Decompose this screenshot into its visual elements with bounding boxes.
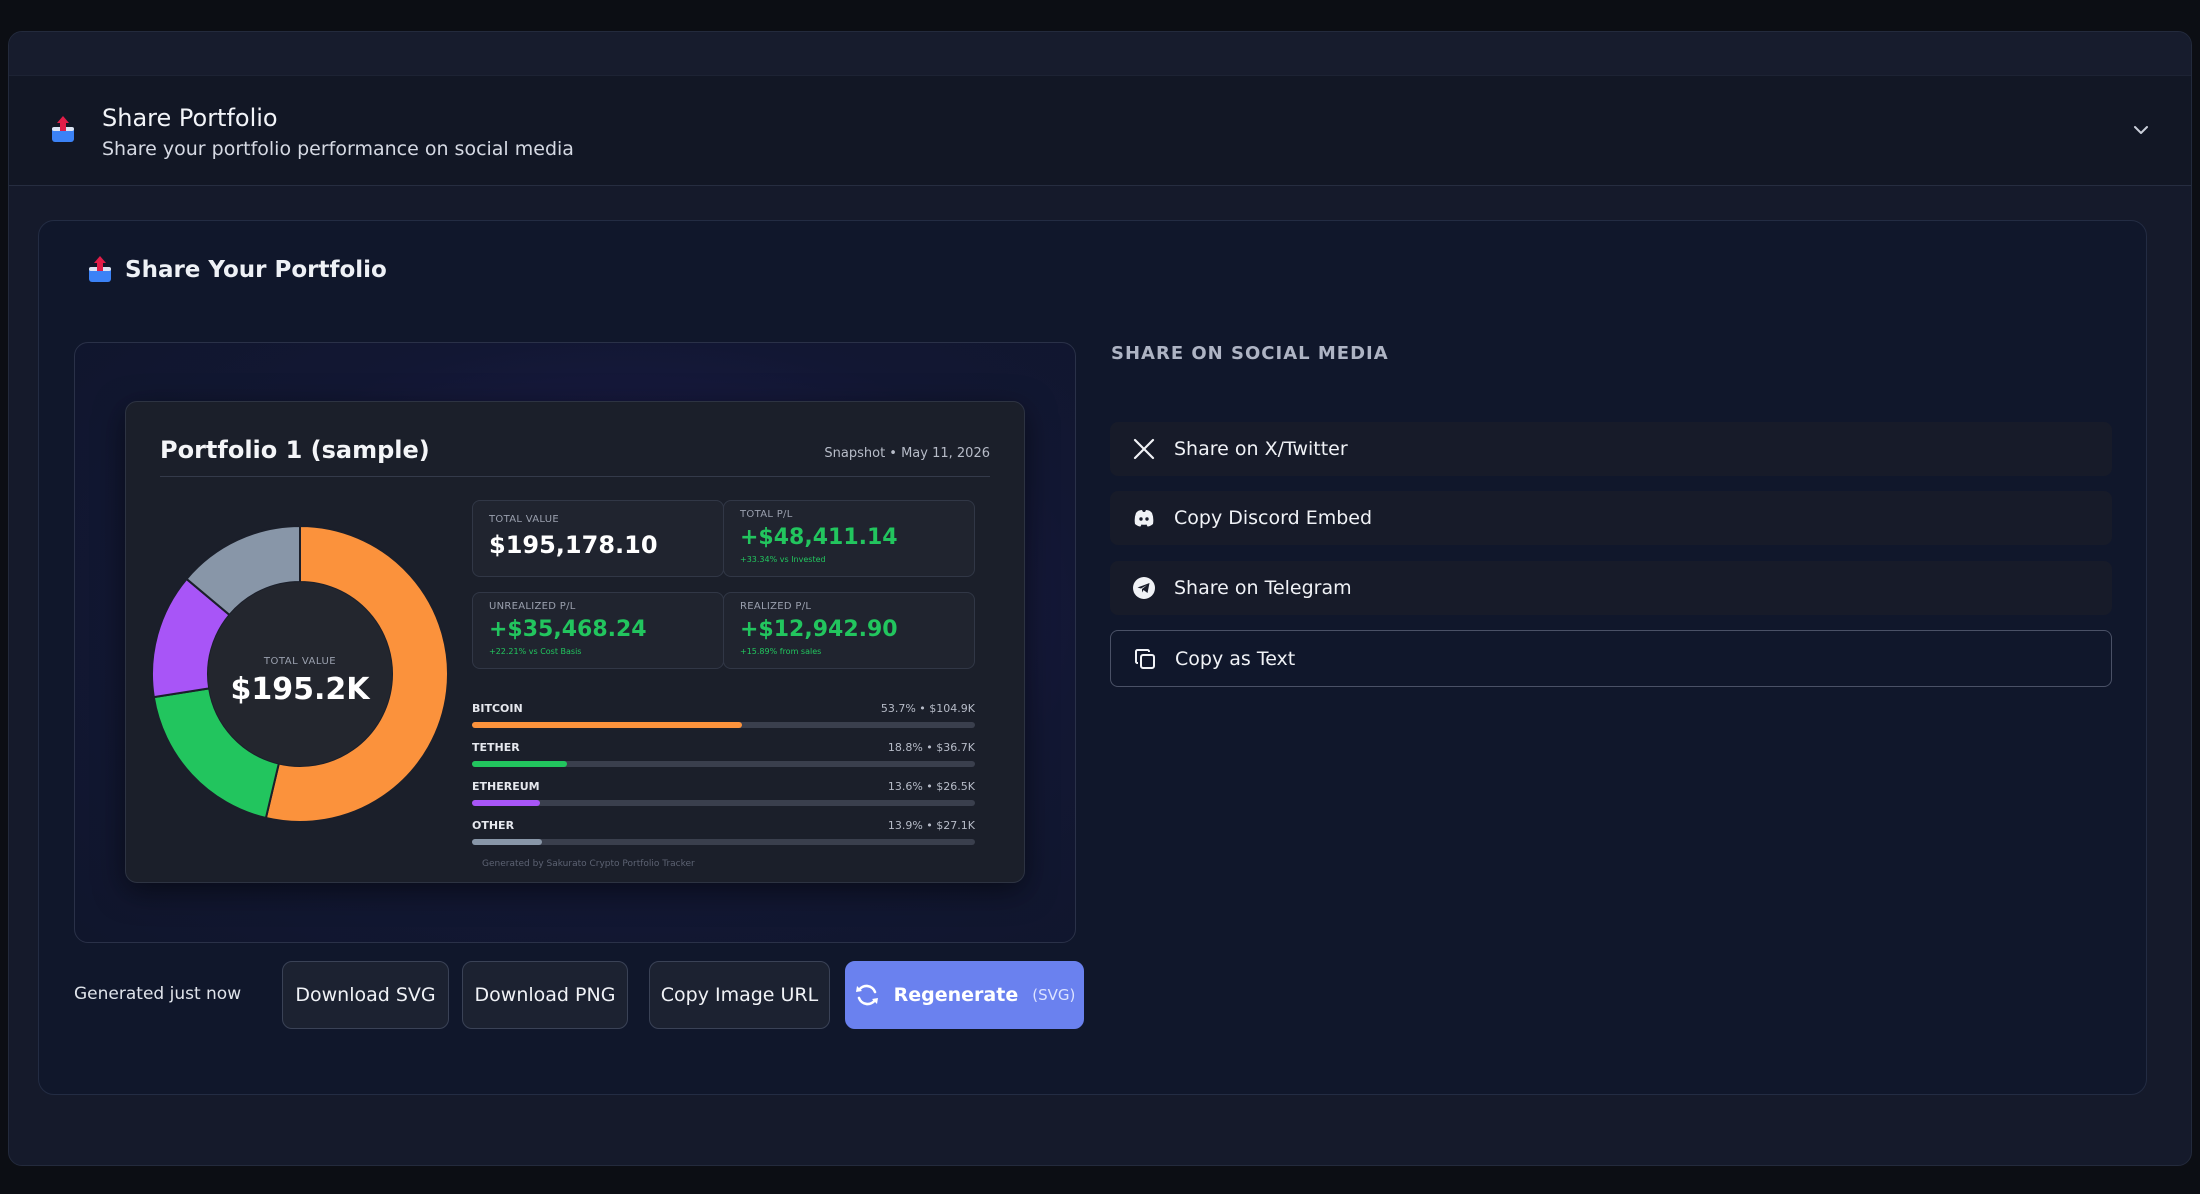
allocation-fill — [472, 800, 541, 806]
allocation-name: TETHER — [472, 741, 520, 754]
social-section-title: SHARE ON SOCIAL MEDIA — [1111, 343, 1389, 364]
allocation-name: BITCOIN — [472, 702, 523, 715]
discord-icon — [1134, 510, 1154, 527]
stat-sub: +15.89% from sales — [740, 647, 822, 656]
allocation-percent: 13.6% • $26.5K — [887, 780, 975, 793]
share-x-label: Share on X/Twitter — [1174, 438, 1348, 460]
copy-as-text-button[interactable]: Copy as Text — [1110, 630, 2112, 687]
share-telegram-button[interactable]: Share on Telegram — [1110, 561, 2112, 615]
snapshot-date: Snapshot • May 11, 2026 — [824, 446, 990, 461]
x-twitter-icon — [1133, 438, 1155, 460]
download-png-button[interactable]: Download PNG — [462, 961, 628, 1029]
snapshot-divider — [160, 476, 990, 477]
discord-label: Copy Discord Embed — [1174, 507, 1373, 529]
allocation-track — [472, 839, 975, 845]
share-card: Share Your Portfolio Portfolio 1 (sample… — [38, 220, 2147, 1095]
stat-sub: +22.21% vs Cost Basis — [489, 647, 582, 656]
allocation-fill — [472, 839, 542, 845]
stat-value: +$12,942.90 — [740, 617, 898, 642]
stat-value: $195,178.10 — [489, 531, 658, 559]
stat-value: +$35,468.24 — [489, 617, 647, 642]
stat-value: +$48,411.14 — [740, 525, 898, 550]
stat-total-value: TOTAL VALUE $195,178.10 — [472, 500, 724, 577]
copy-discord-embed-button[interactable]: Copy Discord Embed — [1110, 491, 2112, 545]
allocation-track — [472, 761, 975, 767]
stat-sub: +33.34% vs Invested — [740, 555, 826, 564]
donut-label: TOTAL VALUE — [263, 656, 337, 667]
allocation-percent: 53.7% • $104.9K — [880, 702, 975, 715]
allocation-track — [472, 722, 975, 728]
header-subtitle: Share your portfolio performance on soci… — [102, 138, 574, 160]
allocation-track — [472, 800, 975, 806]
allocation-fill — [472, 722, 743, 728]
regenerate-button[interactable]: Regenerate (SVG) — [845, 961, 1084, 1029]
allocation-percent: 18.8% • $36.7K — [887, 741, 975, 754]
refresh-icon — [855, 984, 878, 1006]
stat-unrealized-pl: UNREALIZED P/L +$35,468.24 +22.21% vs Co… — [472, 592, 724, 669]
stat-label: TOTAL VALUE — [489, 514, 559, 525]
header-title: Share Portfolio — [102, 104, 278, 132]
allocation-name: ETHEREUM — [472, 780, 540, 793]
allocation-name: OTHER — [472, 819, 515, 832]
telegram-label: Share on Telegram — [1174, 577, 1352, 599]
share-box-icon — [52, 116, 74, 142]
copy-image-url-button[interactable]: Copy Image URL — [649, 961, 830, 1029]
regenerate-label: Regenerate — [893, 984, 1019, 1006]
stat-total-pl: TOTAL P/L +$48,411.14 +33.34% vs Investe… — [723, 500, 975, 577]
stat-label: UNREALIZED P/L — [489, 601, 576, 612]
stat-label: REALIZED P/L — [740, 601, 812, 612]
copy-icon — [1135, 648, 1155, 669]
stat-label: TOTAL P/L — [740, 509, 793, 520]
donut-center: TOTAL VALUE $195.2K — [150, 524, 450, 824]
share-x-twitter-button[interactable]: Share on X/Twitter — [1110, 422, 2112, 476]
snapshot-footer: Generated by Sakurato Crypto Portfolio T… — [482, 859, 695, 869]
telegram-icon — [1133, 577, 1155, 599]
snapshot-image: Portfolio 1 (sample) Snapshot • May 11, … — [125, 401, 1025, 883]
panel-top-strip — [9, 32, 2191, 76]
share-portfolio-header[interactable]: Share Portfolio Share your portfolio per… — [9, 76, 2191, 186]
snapshot-preview: Portfolio 1 (sample) Snapshot • May 11, … — [74, 342, 1076, 943]
stat-realized-pl: REALIZED P/L +$12,942.90 +15.89% from sa… — [723, 592, 975, 669]
regenerate-tag: (SVG) — [1032, 986, 1076, 1004]
chevron-down-icon[interactable] — [2131, 120, 2151, 140]
allocation-fill — [472, 761, 567, 767]
allocation-percent: 13.9% • $27.1K — [887, 819, 975, 832]
card-title: Share Your Portfolio — [125, 257, 387, 283]
share-box-icon — [89, 256, 111, 282]
generated-status: Generated just now — [74, 984, 242, 1004]
donut-value: $195.2K — [230, 672, 370, 707]
copy-text-label: Copy as Text — [1175, 647, 1296, 670]
portfolio-name: Portfolio 1 (sample) — [160, 436, 430, 464]
download-svg-button[interactable]: Download SVG — [282, 961, 449, 1029]
